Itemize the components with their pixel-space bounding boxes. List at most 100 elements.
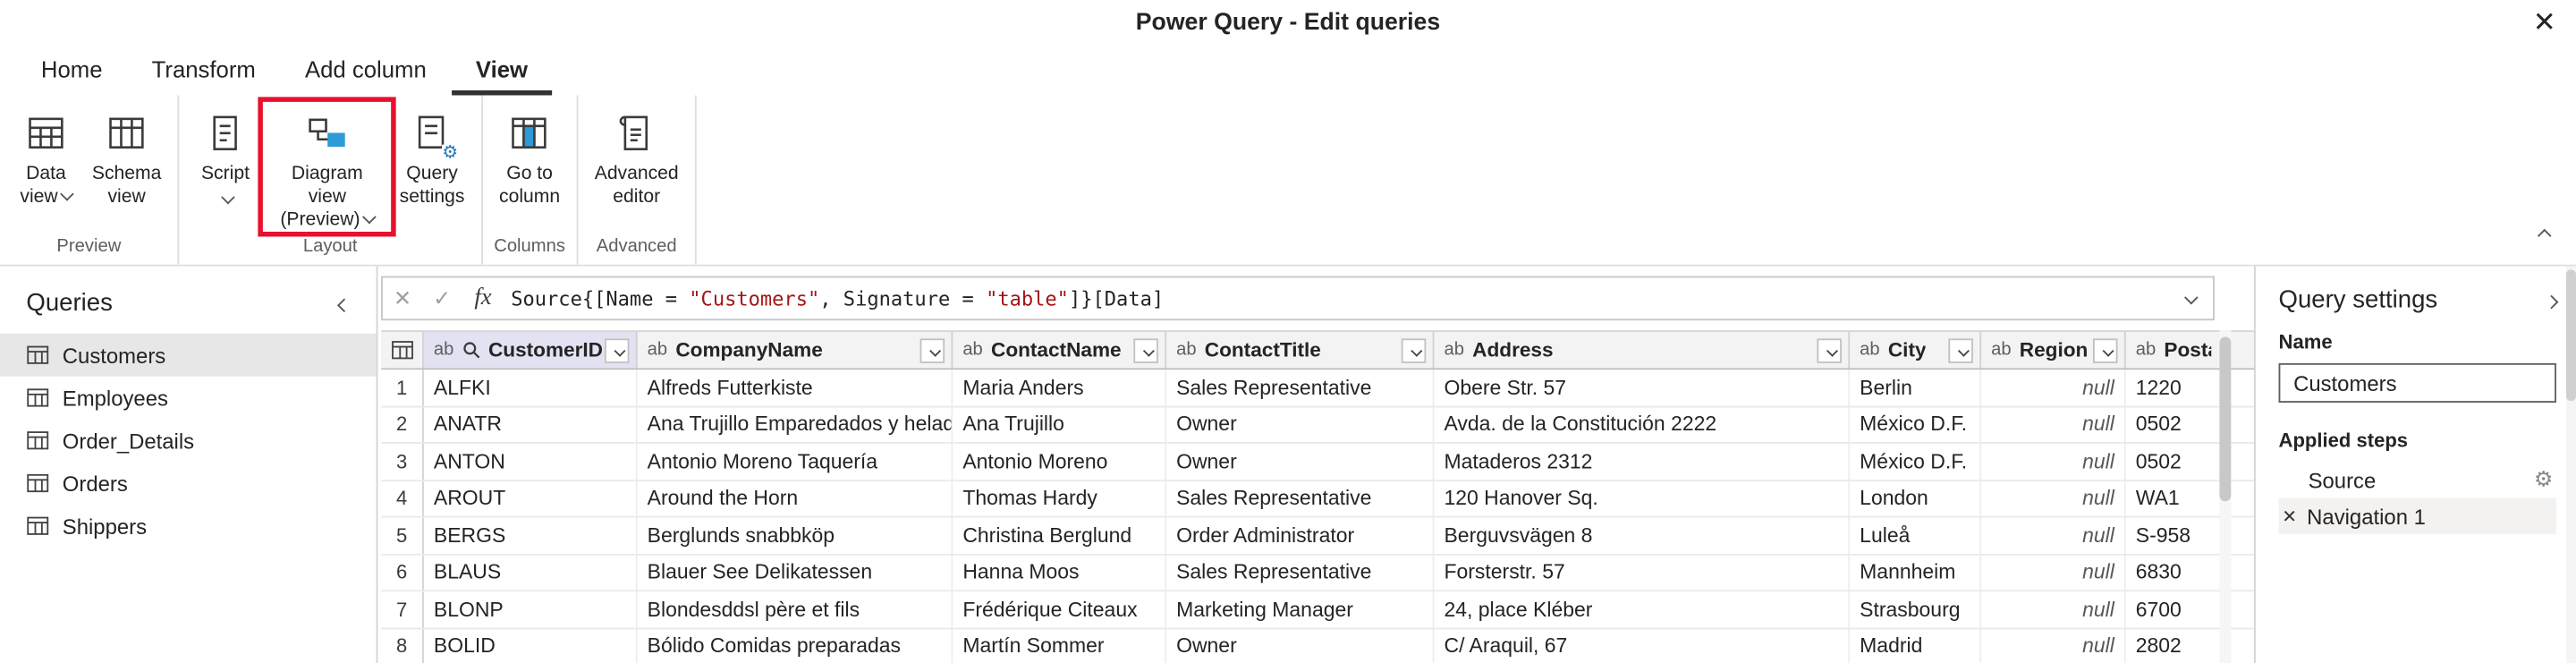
cell-contacttitle[interactable]: Sales Representative [1166,555,1434,590]
row-number[interactable]: 3 [381,444,424,479]
table-row[interactable]: 7 BLONP Blondesddsl père et fils Frédéri… [381,591,2254,628]
diagram-view-button[interactable]: Diagram view (Preview) [263,102,391,235]
cell-region-null[interactable]: null [1981,518,2126,553]
script-button[interactable]: Script [188,102,263,235]
formula-text[interactable]: Source{[Name = "Customers", Signature = … [504,287,2169,310]
cell-contacttitle[interactable]: Owner [1166,444,1434,479]
filter-dropdown-button[interactable] [1817,337,1842,362]
cell-address[interactable]: 120 Hanover Sq. [1434,480,1850,515]
tab-view[interactable]: View [451,49,552,95]
row-number[interactable]: 4 [381,480,424,515]
cell-contactname[interactable]: Martín Sommer [953,629,1166,663]
cell-companyname[interactable]: Ana Trujillo Emparedados y helad... [638,407,953,442]
scrollbar-thumb[interactable] [2566,269,2576,401]
cell-customerid[interactable]: AROUT [424,480,638,515]
filter-dropdown-button[interactable] [2093,337,2118,362]
cell-customerid[interactable]: ANTON [424,444,638,479]
column-header-region[interactable]: ab Region [1981,332,2126,368]
cell-region-null[interactable]: null [1981,370,2126,404]
cell-city[interactable]: Strasbourg [1850,591,1981,626]
cell-region-null[interactable]: null [1981,444,2126,479]
cell-address[interactable]: C/ Araquil, 67 [1434,629,1850,663]
cell-address[interactable]: Obere Str. 57 [1434,370,1850,404]
cell-region-null[interactable]: null [1981,555,2126,590]
cell-postal[interactable]: 0502 [2126,444,2218,479]
go-to-column-button[interactable]: Go to column [491,102,568,235]
cell-contacttitle[interactable]: Order Administrator [1166,518,1434,553]
cell-region-null[interactable]: null [1981,629,2126,663]
table-row[interactable]: 2 ANATR Ana Trujillo Emparedados y helad… [381,407,2254,444]
cell-region-null[interactable]: null [1981,407,2126,442]
query-name-input[interactable] [2279,363,2556,403]
tab-transform[interactable]: Transform [127,49,280,95]
tab-home[interactable]: Home [16,49,127,95]
cell-contactname[interactable]: Antonio Moreno [953,444,1166,479]
cell-region-null[interactable]: null [1981,591,2126,626]
column-header-contactname[interactable]: ab ContactName [953,332,1166,368]
table-row[interactable]: 4 AROUT Around the Horn Thomas Hardy Sal… [381,480,2254,517]
cell-customerid[interactable]: BLAUS [424,555,638,590]
cell-city[interactable]: Berlin [1850,370,1981,404]
cell-city[interactable]: London [1850,480,1981,515]
cell-companyname[interactable]: Alfreds Futterkiste [638,370,953,404]
cell-postal[interactable]: 6830 [2126,555,2218,590]
table-row[interactable]: 8 BOLID Bólido Comidas preparadas Martín… [381,629,2254,663]
query-item-employees[interactable]: Employees [0,377,377,420]
cell-postal[interactable]: 0502 [2126,407,2218,442]
cell-contacttitle[interactable]: Owner [1166,629,1434,663]
cell-contactname[interactable]: Ana Trujillo [953,407,1166,442]
cell-companyname[interactable]: Berglunds snabbköp [638,518,953,553]
gear-icon[interactable]: ⚙ [2534,467,2556,493]
cell-address[interactable]: Forsterstr. 57 [1434,555,1850,590]
cell-city[interactable]: México D.F. [1850,407,1981,442]
cell-contactname[interactable]: Thomas Hardy [953,480,1166,515]
row-number[interactable]: 6 [381,555,424,590]
cell-city[interactable]: Mannheim [1850,555,1981,590]
cell-postal[interactable]: S-958 [2126,518,2218,553]
collapse-ribbon-button[interactable] [2540,220,2549,250]
query-settings-button[interactable]: ⚙ Query settings [391,102,472,235]
schema-view-button[interactable]: Schema view [84,102,170,235]
column-header-postal[interactable]: ab Postal [2126,332,2218,368]
formula-bar[interactable]: ✕ ✓ fx Source{[Name = "Customers", Signa… [381,276,2215,321]
check-icon[interactable]: ✓ [422,285,462,311]
cell-address[interactable]: Mataderos 2312 [1434,444,1850,479]
filter-dropdown-button[interactable] [1133,337,1158,362]
row-number[interactable]: 5 [381,518,424,553]
delete-step-icon[interactable]: ✕ [2282,506,2297,527]
scrollbar-thumb[interactable] [2219,337,2231,502]
cell-companyname[interactable]: Blondesddsl père et fils [638,591,953,626]
cell-city[interactable]: Madrid [1850,629,1981,663]
cell-contacttitle[interactable]: Sales Representative [1166,370,1434,404]
table-row[interactable]: 6 BLAUS Blauer See Delikatessen Hanna Mo… [381,555,2254,591]
cell-companyname[interactable]: Antonio Moreno Taquería [638,444,953,479]
column-header-address[interactable]: ab Address [1434,332,1850,368]
cell-address[interactable]: 24, place Kléber [1434,591,1850,626]
select-all-corner-button[interactable] [381,332,424,368]
cancel-icon[interactable]: ✕ [383,285,422,311]
row-number[interactable]: 2 [381,407,424,442]
table-row[interactable]: 5 BERGS Berglunds snabbköp Christina Ber… [381,518,2254,555]
expand-formula-bar-button[interactable] [2182,284,2197,313]
table-row[interactable]: 1 ALFKI Alfreds Futterkiste Maria Anders… [381,370,2254,406]
cell-address[interactable]: Berguvsvägen 8 [1434,518,1850,553]
cell-contacttitle[interactable]: Owner [1166,407,1434,442]
filter-dropdown-button[interactable] [1948,337,1973,362]
cell-customerid[interactable]: ALFKI [424,370,638,404]
cell-customerid[interactable]: BLONP [424,591,638,626]
step-source[interactable]: Source ⚙ [2279,462,2556,497]
query-item-shippers[interactable]: Shippers [0,505,377,548]
table-row[interactable]: 3 ANTON Antonio Moreno Taquería Antonio … [381,444,2254,480]
close-icon[interactable]: ✕ [2526,5,2563,40]
cell-companyname[interactable]: Blauer See Delikatessen [638,555,953,590]
cell-address[interactable]: Avda. de la Constitución 2222 [1434,407,1850,442]
column-header-companyname[interactable]: ab CompanyName [638,332,953,368]
cell-contactname[interactable]: Hanna Moos [953,555,1166,590]
tab-add-column[interactable]: Add column [280,49,451,95]
cell-companyname[interactable]: Around the Horn [638,480,953,515]
cell-customerid[interactable]: BERGS [424,518,638,553]
cell-city[interactable]: México D.F. [1850,444,1981,479]
query-item-customers[interactable]: Customers [0,334,377,377]
query-item-orders[interactable]: Orders [0,462,377,505]
step-navigation-1[interactable]: ✕ Navigation 1 [2279,498,2556,534]
